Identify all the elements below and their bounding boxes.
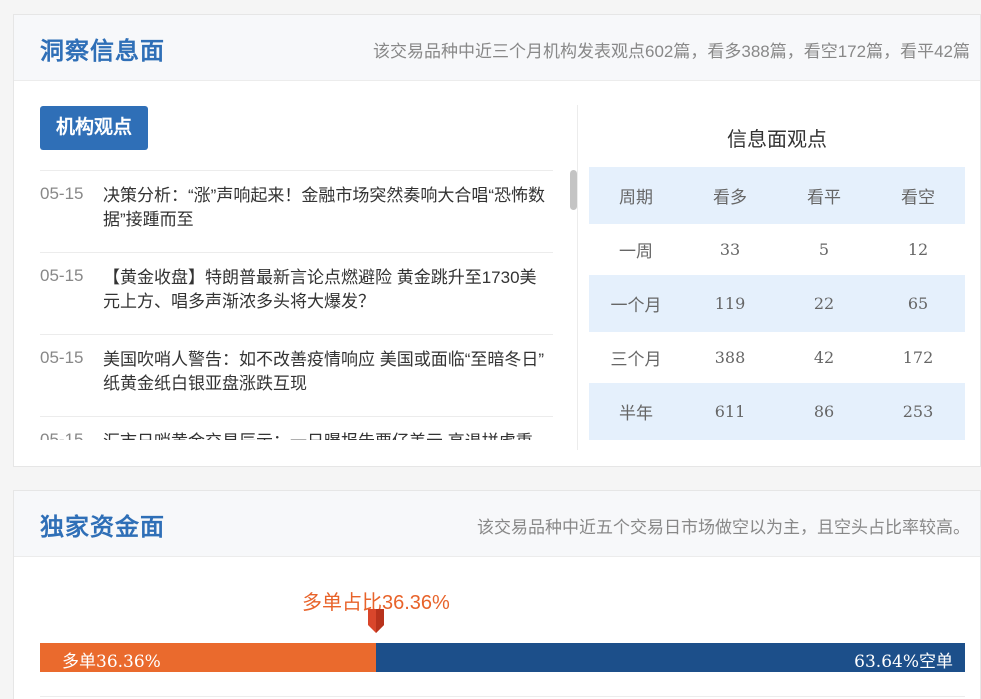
news-date: 05-15 [40,348,84,367]
table-cell: 33 [683,224,777,275]
column-header: 周期 [589,167,683,224]
table-row: 一周 33 5 12 [589,224,965,275]
table-cell: 12 [871,224,965,275]
news-date: 05-15 [40,430,84,440]
list-item[interactable]: 05-15 美国吹哨人警告：如不改善疫情响应 美国或面临“至暗冬日” 纸黄金纸白… [40,335,553,417]
table-cell: 一周 [589,224,683,275]
short-segment: 63.64%空单 [376,643,965,672]
list-item[interactable]: 05-15 汇市日哨黄金交易辰示：一日曝报告要仔美元 高退拼虑重 [40,417,553,440]
news-link[interactable]: 决策分析：“涨”声响起来！金融市场突然奏响大合唱“恐怖数据”接踵而至 [103,184,553,232]
news-link[interactable]: 【黄金收盘】特朗普最新言论点燃避险 黄金跳升至1730美元上方、唱多声渐浓多头将… [103,266,553,314]
info-panel: 洞察信息面 该交易品种中近三个月机构发表观点602篇，看多388篇，看空172篇… [13,14,981,467]
table-cell: 三个月 [589,332,683,383]
table-cell: 388 [683,332,777,383]
ratio-marker-icon [368,609,384,633]
fund-panel-title: 独家资金面 [40,514,165,541]
column-header: 看空 [871,167,965,224]
fund-panel-summary: 该交易品种中近五个交易日市场做空以为主，且空头占比率较高。 [477,518,970,537]
scroll-thumb[interactable] [570,170,577,210]
table-cell: 611 [683,383,777,440]
divider [577,105,578,450]
long-segment: 多单36.36% [40,643,376,672]
fund-panel-header: 独家资金面 该交易品种中近五个交易日市场做空以为主，且空头占比率较高。 [14,491,980,557]
column-header: 看平 [777,167,871,224]
tab-institution-views[interactable]: 机构观点 [40,106,148,150]
divider [40,696,965,697]
table-header-row: 周期 看多 看平 看空 [589,167,965,224]
table-cell: 253 [871,383,965,440]
news-date: 05-15 [40,184,84,203]
table-row: 三个月 388 42 172 [589,332,965,383]
news-list: 05-15 决策分析：“涨”声响起来！金融市场突然奏响大合唱“恐怖数据”接踵而至… [40,170,553,440]
table-cell: 42 [777,332,871,383]
info-panel-header: 洞察信息面 该交易品种中近三个月机构发表观点602篇，看多388篇，看空172篇… [14,15,980,81]
news-link[interactable]: 汇市日哨黄金交易辰示：一日曝报告要仔美元 高退拼虑重 [103,430,553,440]
table-row: 一个月 119 22 65 [589,275,965,332]
table-cell: 5 [777,224,871,275]
stats-table-title: 信息面观点 [727,129,827,151]
fund-panel: 独家资金面 该交易品种中近五个交易日市场做空以为主，且空头占比率较高。 多单占比… [13,490,981,699]
info-panel-summary: 该交易品种中近三个月机构发表观点602篇，看多388篇，看空172篇，看平42篇 [373,42,970,61]
short-label: 63.64%空单 [854,652,953,672]
table-cell: 119 [683,275,777,332]
list-item[interactable]: 05-15 【黄金收盘】特朗普最新言论点燃避险 黄金跳升至1730美元上方、唱多… [40,253,553,335]
table-cell: 一个月 [589,275,683,332]
table-cell: 65 [871,275,965,332]
column-header: 看多 [683,167,777,224]
table-cell: 半年 [589,383,683,440]
long-label: 多单36.36% [62,652,161,672]
stats-table: 周期 看多 看平 看空 一周 33 5 12 一个月 119 22 65 三个月… [589,167,965,440]
news-date: 05-15 [40,266,84,285]
table-cell: 86 [777,383,871,440]
news-link[interactable]: 美国吹哨人警告：如不改善疫情响应 美国或面临“至暗冬日” 纸黄金纸白银亚盘涨跌互… [103,348,553,396]
table-row: 半年 611 86 253 [589,383,965,440]
table-cell: 172 [871,332,965,383]
long-short-ratio-bar: 多单36.36% 63.64%空单 [40,643,965,672]
list-item[interactable]: 05-15 决策分析：“涨”声响起来！金融市场突然奏响大合唱“恐怖数据”接踵而至 [40,171,553,253]
news-scrollbar[interactable] [570,170,577,440]
info-panel-title: 洞察信息面 [40,38,165,65]
table-cell: 22 [777,275,871,332]
